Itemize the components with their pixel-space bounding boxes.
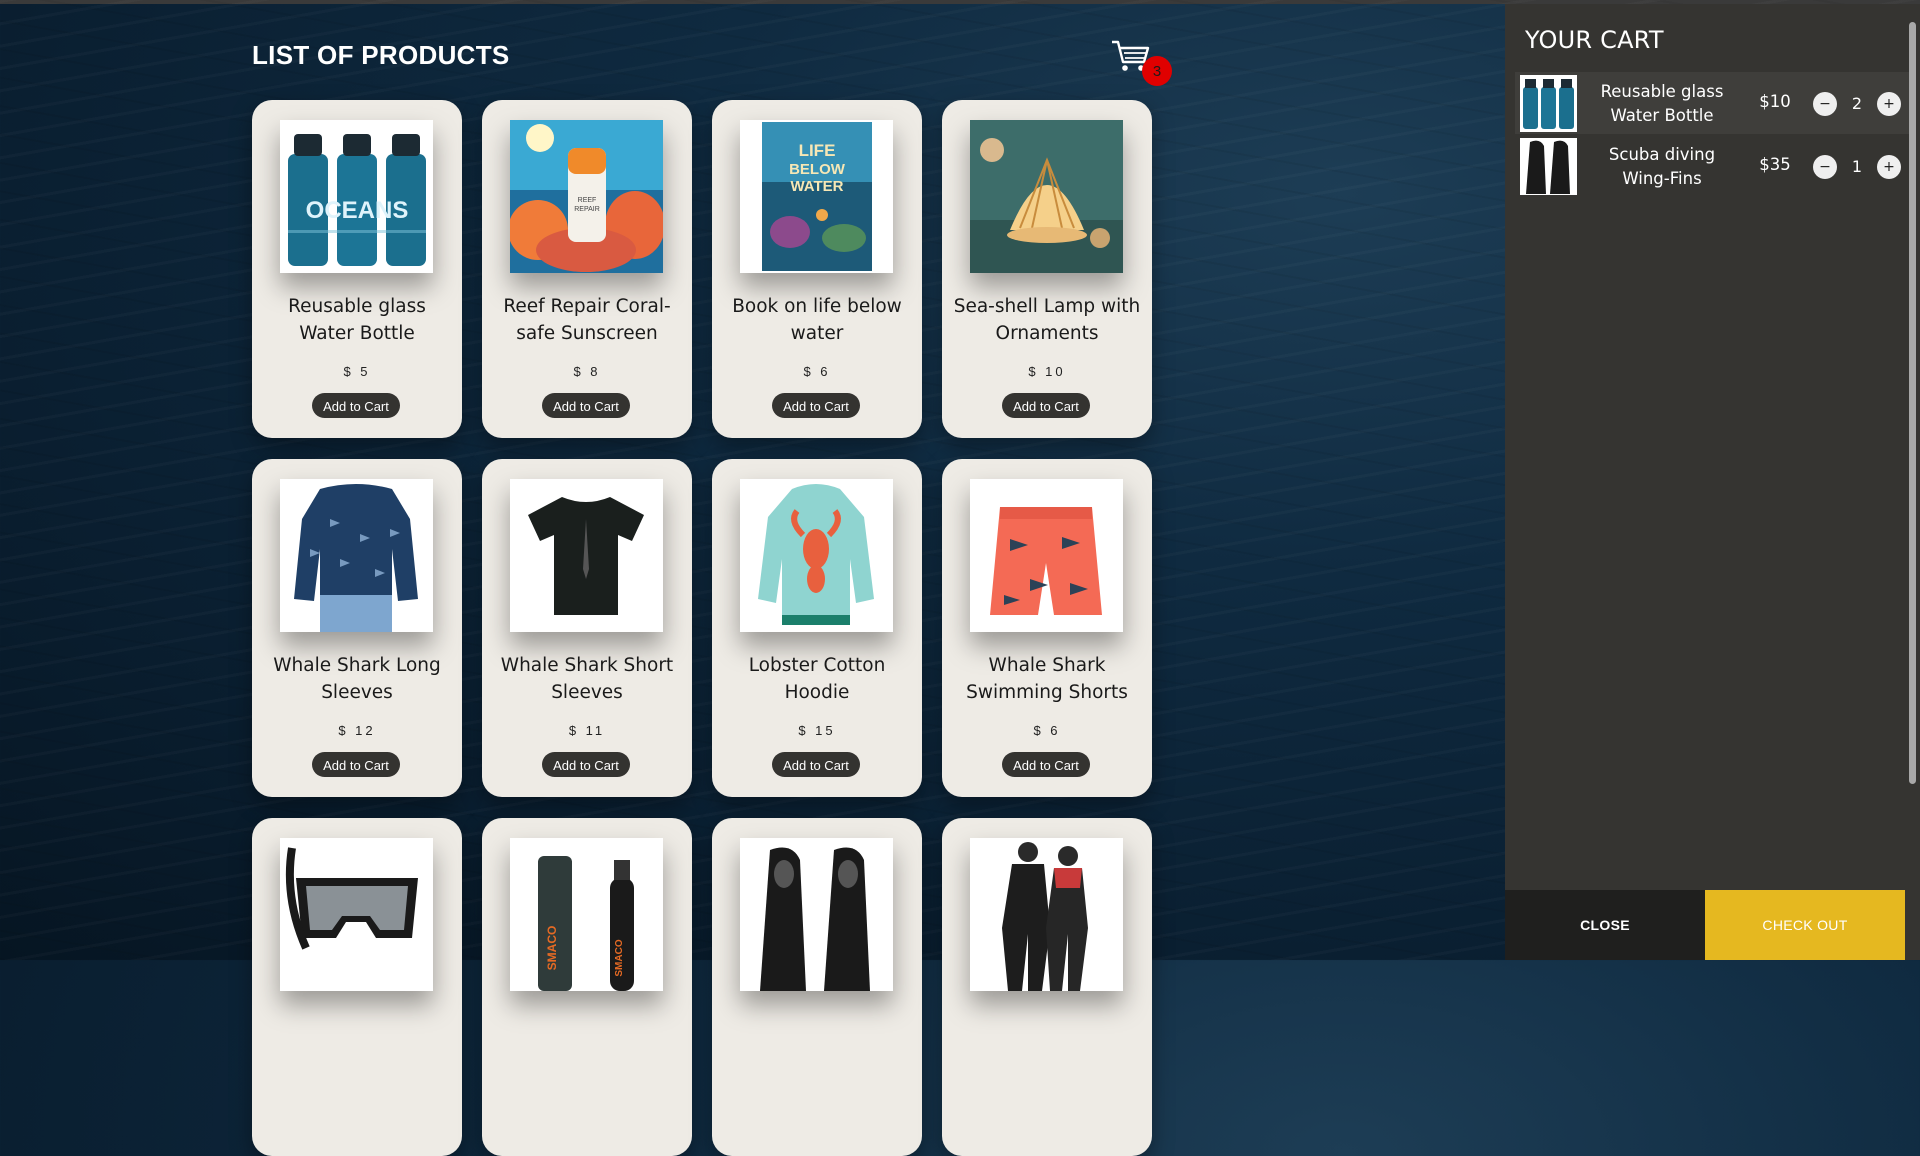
add-to-cart-button[interactable]: Add to Cart <box>772 393 860 418</box>
product-image-scuba-tank: SMACO SMACO <box>510 838 663 991</box>
product-card <box>712 818 922 1156</box>
product-image-dive-mask <box>280 838 433 991</box>
product-name: Whale Shark Swimming Shorts <box>966 655 1128 703</box>
product-card <box>942 818 1152 1156</box>
product-card <box>252 818 462 1156</box>
close-cart-button[interactable]: CLOSE <box>1505 890 1705 960</box>
cart-item-name: Scuba diving Wing-Fins <box>1608 145 1716 188</box>
add-to-cart-button[interactable]: Add to Cart <box>542 393 630 418</box>
product-price: $ 10 <box>1028 364 1066 379</box>
add-to-cart-button[interactable]: Add to Cart <box>1002 393 1090 418</box>
cart-item-price: $35 <box>1759 155 1791 174</box>
checkout-button[interactable]: CHECK OUT <box>1705 890 1905 960</box>
product-card: OCEANS Reusable glass Water Bottle $ 5 A… <box>252 100 462 438</box>
product-image-book: LIFE BELOW WATER <box>740 120 893 273</box>
product-name: Sea-shell Lamp with Ornaments <box>953 296 1141 344</box>
product-name: Reusable glass Water Bottle <box>288 296 426 344</box>
add-to-cart-button[interactable]: Add to Cart <box>542 752 630 777</box>
cart-panel: YOUR CART Reusable glass Water Bottle $1… <box>1505 4 1920 960</box>
svg-text:SMACO: SMACO <box>614 939 625 976</box>
increase-quantity-button[interactable]: + <box>1877 92 1901 116</box>
product-name: Book on life below water <box>732 296 902 344</box>
product-card: Lobster Cotton Hoodie $ 15 Add to Cart <box>712 459 922 797</box>
product-image-fins <box>740 838 893 991</box>
add-to-cart-button[interactable]: Add to Cart <box>772 752 860 777</box>
product-name: Whale Shark Long Sleeves <box>273 655 441 703</box>
add-to-cart-button[interactable]: Add to Cart <box>312 752 400 777</box>
cart-item-image <box>1520 75 1577 132</box>
product-image-shorts <box>970 479 1123 632</box>
product-card: LIFE BELOW WATER Book on life below wate… <box>712 100 922 438</box>
cart-item-price: $10 <box>1759 92 1791 111</box>
product-image-tshirt <box>510 479 663 632</box>
product-price: $ 6 <box>803 364 831 379</box>
svg-text:REEF: REEF <box>578 197 597 204</box>
product-name: Reef Repair Coral-safe Sunscreen <box>503 296 671 344</box>
increase-quantity-button[interactable]: + <box>1877 155 1901 179</box>
svg-text:BELOW: BELOW <box>789 161 846 178</box>
add-to-cart-button[interactable]: Add to Cart <box>312 393 400 418</box>
product-name: Lobster Cotton Hoodie <box>748 655 886 703</box>
product-card: Sea-shell Lamp with Ornaments $ 10 Add t… <box>942 100 1152 438</box>
product-image-hoodie <box>740 479 893 632</box>
product-price: $ 15 <box>798 723 836 738</box>
svg-text:REPAIR: REPAIR <box>574 206 600 213</box>
cart-title: YOUR CART <box>1525 26 1664 54</box>
product-card: SMACO SMACO <box>482 818 692 1156</box>
cart-item-name: Reusable glass Water Bottle <box>1600 82 1724 125</box>
add-to-cart-button[interactable]: Add to Cart <box>1002 752 1090 777</box>
cart-scrollbar[interactable] <box>1909 22 1916 784</box>
svg-text:LIFE: LIFE <box>799 141 836 160</box>
product-card: Whale Shark Short Sleeves $ 11 Add to Ca… <box>482 459 692 797</box>
cart-item-image <box>1520 138 1577 195</box>
decrease-quantity-button[interactable]: − <box>1813 92 1837 116</box>
decrease-quantity-button[interactable]: − <box>1813 155 1837 179</box>
product-image-shell-lamp <box>970 120 1123 273</box>
cart-item-quantity: 1 <box>1851 157 1863 176</box>
cart-item: Reusable glass Water Bottle $10 − 2 + <box>1515 72 1910 134</box>
cart-item-quantity: 2 <box>1851 94 1863 113</box>
product-card: REEF REPAIR Reef Repair Coral-safe Sunsc… <box>482 100 692 438</box>
page-title: LIST OF PRODUCTS <box>252 40 510 70</box>
product-image-sunscreen: REEF REPAIR <box>510 120 663 273</box>
product-price: $ 11 <box>568 723 606 738</box>
svg-text:WATER: WATER <box>790 178 843 195</box>
product-image-water-bottles: OCEANS <box>280 120 433 273</box>
cart-item: Scuba diving Wing-Fins $35 − 1 + <box>1515 135 1910 197</box>
product-price: $ 6 <box>1033 723 1061 738</box>
product-price: $ 8 <box>573 364 601 379</box>
product-image-long-sleeves <box>280 479 433 632</box>
product-card: Whale Shark Long Sleeves $ 12 Add to Car… <box>252 459 462 797</box>
product-name: Whale Shark Short Sleeves <box>500 655 674 703</box>
product-price: $ 5 <box>343 364 371 379</box>
cart-count-badge: 3 <box>1142 56 1172 86</box>
svg-text:SMACO: SMACO <box>545 926 559 971</box>
svg-text:OCEANS: OCEANS <box>306 197 409 224</box>
product-price: $ 12 <box>338 723 376 738</box>
product-image-wetsuits <box>970 838 1123 991</box>
product-card: Whale Shark Swimming Shorts $ 6 Add to C… <box>942 459 1152 797</box>
